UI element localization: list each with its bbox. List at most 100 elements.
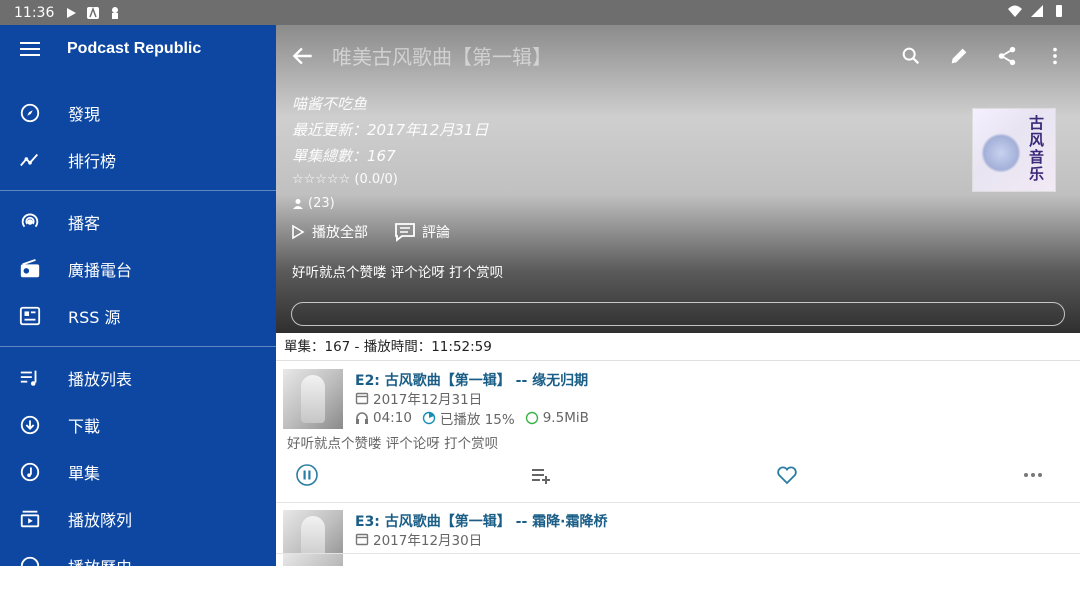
subscribe-button[interactable] <box>291 302 1065 326</box>
menu-icon[interactable] <box>20 42 40 56</box>
rating: ☆☆☆☆☆ (0.0/0) <box>292 172 398 187</box>
add-to-playlist-button[interactable] <box>528 462 554 488</box>
podcast-meta: 喵酱不吃鱼 最近更新：2017年12月31日 單集總數：167 ☆☆☆☆☆ (0… <box>292 91 488 217</box>
pencil-icon <box>951 48 967 64</box>
episodes-summary: 單集：167 - 播放時間：11:52:59 <box>276 333 1080 361</box>
drawer-item-label: 播放列表 <box>68 369 133 389</box>
episode-thumbnail <box>283 554 343 566</box>
podcast-author: 喵酱不吃鱼 <box>292 95 368 113</box>
status-time: 11:36 <box>14 4 55 21</box>
compass-icon <box>20 103 40 122</box>
file-size-icon <box>525 411 538 425</box>
drawer-item-label: 播放隊列 <box>68 510 133 530</box>
drawer-item-label: 下載 <box>68 416 101 436</box>
music-note-icon <box>20 462 40 481</box>
signal-icon <box>1031 5 1043 17</box>
download-icon <box>20 415 40 434</box>
rss-feed-icon <box>19 306 41 325</box>
search-icon <box>902 47 920 65</box>
comments-button[interactable]: 評論 <box>394 222 450 242</box>
podcast-cover-image: 古风音乐 <box>972 108 1056 192</box>
podcast-tagline: 好听就点个赞喽 评个论呀 打个赏呗 <box>292 265 504 281</box>
more-vertical-icon <box>1053 47 1057 65</box>
trending-icon <box>20 153 39 166</box>
playlist-icon <box>20 370 37 386</box>
drawer-item-episodes[interactable]: 單集 <box>0 448 276 495</box>
drawer-item-label: 廣播電台 <box>68 260 133 280</box>
wifi-icon <box>1008 5 1022 17</box>
subscriber-count-value: (23) <box>308 196 335 211</box>
episode-item[interactable]: E3: 古风歌曲【第一辑】 -- 霜降·霜降桥 2017年12月30日 <box>276 503 1080 553</box>
pause-button[interactable] <box>294 462 320 488</box>
episode-item[interactable]: E2: 古风歌曲【第一辑】 -- 缘无归期 2017年12月31日 04:10 … <box>276 362 1080 502</box>
drawer-item-queue[interactable]: 播放隊列 <box>0 495 276 542</box>
episode-description: 好听就点个赞喽 评个论呀 打个赏呗 <box>287 436 499 452</box>
share-icon <box>998 46 1016 66</box>
radio-icon <box>20 258 40 277</box>
drawer-item-label: 播客 <box>68 213 101 233</box>
headphones-icon <box>356 412 368 424</box>
drawer-header: Podcast Republic <box>0 25 276 73</box>
back-arrow-icon[interactable] <box>290 43 316 69</box>
episode-total: 單集總數：167 <box>292 147 396 165</box>
drawer-item-radio[interactable]: 廣播電台 <box>0 245 276 292</box>
drawer-item-playlists[interactable]: 播放列表 <box>0 354 276 401</box>
play-all-label: 播放全部 <box>312 225 368 241</box>
drawer-item-label: 單集 <box>68 463 101 483</box>
queue-icon <box>20 510 40 527</box>
episode-title: E2: 古风歌曲【第一辑】 -- 缘无归期 <box>355 373 589 389</box>
episode-item-partial[interactable] <box>276 554 1080 566</box>
calendar-icon <box>355 533 369 546</box>
comment-icon <box>395 223 415 242</box>
navigation-drawer: Podcast Republic 發現 排行榜 播客 廣播電台 RSS 源 播放… <box>0 25 276 577</box>
progress-icon <box>422 411 436 425</box>
episode-duration: 04:10 <box>373 410 412 426</box>
podcast-title: 唯美古风歌曲【第一辑】 <box>332 45 552 69</box>
drawer-item-discover[interactable]: 發現 <box>0 89 276 136</box>
share-button[interactable] <box>994 43 1020 69</box>
overflow-menu-button[interactable] <box>1042 43 1068 69</box>
drawer-item-label: 排行榜 <box>68 151 117 171</box>
episode-size: 9.5MiB <box>542 410 589 426</box>
toolbar: 唯美古风歌曲【第一辑】 <box>276 25 1080 87</box>
episode-title: E3: 古风歌曲【第一辑】 -- 霜降·霜降桥 <box>355 514 608 530</box>
playlist-add-icon <box>532 469 550 484</box>
battery-icon <box>1056 5 1062 17</box>
drawer-divider <box>0 190 276 191</box>
play-all-button[interactable]: 播放全部 <box>290 222 368 242</box>
episode-played: 已播放 15% <box>439 412 515 428</box>
episode-date-row: 2017年12月30日 <box>355 529 482 549</box>
drawer-item-label: RSS 源 <box>68 307 121 327</box>
play-icon <box>292 224 305 240</box>
drawer-item-rss[interactable]: RSS 源 <box>0 292 276 339</box>
person-notification-icon <box>112 6 119 19</box>
episode-thumbnail <box>283 510 343 553</box>
pause-circle-icon <box>296 464 318 486</box>
podcast-icon <box>21 213 39 227</box>
subscriber-count: (23) <box>292 191 488 217</box>
cover-text: 古风音乐 <box>1027 115 1045 183</box>
calendar-icon <box>355 392 369 405</box>
drawer-divider <box>0 346 276 347</box>
search-button[interactable] <box>898 43 924 69</box>
comments-label: 評論 <box>422 225 450 241</box>
person-icon <box>293 199 303 209</box>
episode-info-row: 04:10 已播放 15% 9.5MiB <box>355 408 589 428</box>
episode-date-row: 2017年12月31日 <box>355 388 482 408</box>
episode-thumbnail <box>283 369 343 429</box>
drawer-item-podcasts[interactable]: 播客 <box>0 198 276 245</box>
episode-date: 2017年12月30日 <box>373 533 483 549</box>
app-notification-icon <box>87 6 100 19</box>
episode-more-button[interactable] <box>1020 462 1046 488</box>
heart-icon <box>777 466 797 485</box>
last-update: 最近更新：2017年12月31日 <box>292 121 489 139</box>
episode-date: 2017年12月31日 <box>373 392 483 408</box>
app-title: Podcast Republic <box>67 40 202 57</box>
edit-button[interactable] <box>946 43 972 69</box>
podcast-header: 唯美古风歌曲【第一辑】 喵酱不吃鱼 最近更新：2017年12月31日 單集總數：… <box>276 25 1080 333</box>
drawer-item-downloads[interactable]: 下載 <box>0 401 276 448</box>
drawer-item-label: 發現 <box>68 104 101 124</box>
favorite-button[interactable] <box>774 462 800 488</box>
drawer-item-charts[interactable]: 排行榜 <box>0 136 276 183</box>
status-bar: 11:36 <box>0 0 1080 25</box>
